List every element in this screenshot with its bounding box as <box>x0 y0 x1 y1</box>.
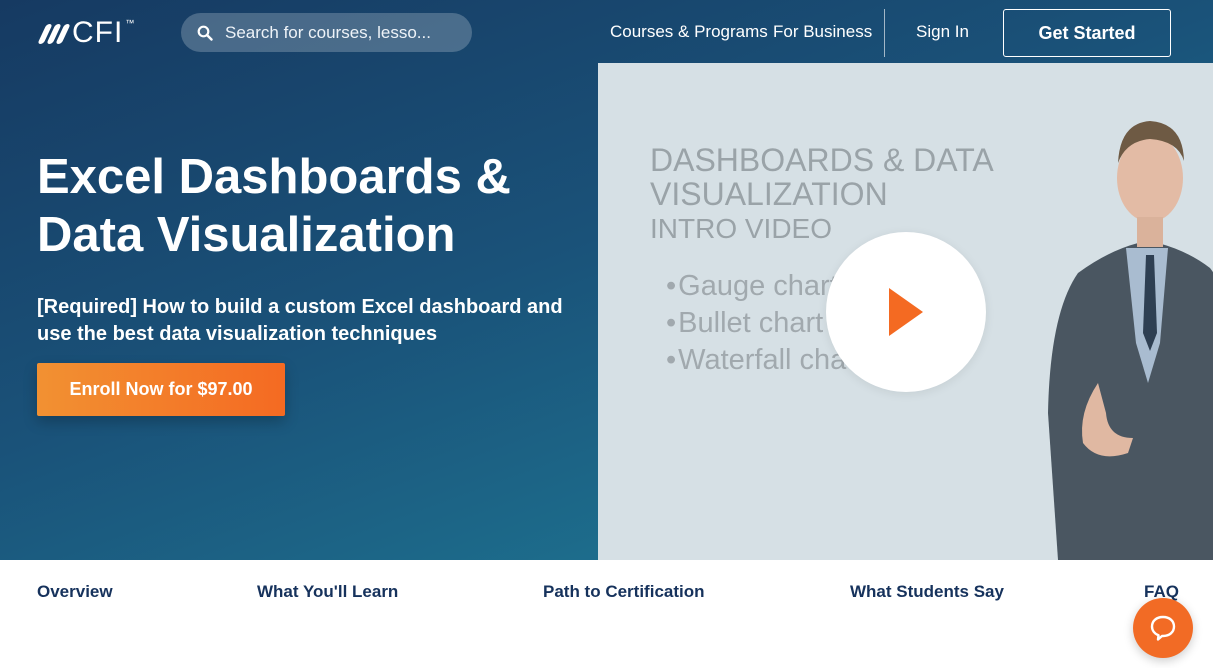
video-bullet: Waterfall cha <box>666 342 846 379</box>
nav-sign-in[interactable]: Sign In <box>916 22 969 42</box>
hero-section: CFI ™ Courses & Programs For Business Si… <box>0 0 1213 560</box>
search-input[interactable] <box>225 22 465 43</box>
logo-text: CFI <box>72 16 124 49</box>
search-icon <box>197 25 213 41</box>
play-icon <box>889 288 923 336</box>
chat-button[interactable] <box>1133 598 1193 658</box>
intro-video-player[interactable]: DASHBOARDS & DATA VISUALIZATION INTRO VI… <box>598 63 1213 560</box>
hero-subtitle: [Required] How to build a custom Excel d… <box>37 296 563 345</box>
video-subheading: INTRO VIDEO <box>650 213 833 244</box>
tab-path-to-certification[interactable]: Path to Certification <box>543 582 705 602</box>
video-heading-line-1: DASHBOARDS & DATA <box>650 142 994 178</box>
nav-for-business[interactable]: For Business <box>773 22 872 42</box>
cfi-logo[interactable]: CFI ™ <box>37 16 135 50</box>
nav-courses-programs[interactable]: Courses & Programs <box>610 22 768 42</box>
logo-trademark: ™ <box>125 18 135 28</box>
cfi-logo-mark-icon <box>37 24 71 44</box>
tab-what-students-say[interactable]: What Students Say <box>850 582 1004 602</box>
play-button[interactable] <box>826 232 986 392</box>
enroll-button[interactable]: Enroll Now for $97.00 <box>37 363 285 416</box>
nav-divider <box>884 9 885 57</box>
chat-icon <box>1150 615 1176 641</box>
video-heading: DASHBOARDS & DATA VISUALIZATION <box>650 143 994 211</box>
video-bullet: Bullet chart <box>666 305 846 342</box>
get-started-button[interactable]: Get Started <box>1003 9 1171 57</box>
page-title: Excel Dashboards & Data Visualization <box>37 150 511 262</box>
search-bar[interactable] <box>181 13 472 52</box>
video-bullet: Gauge chart <box>666 268 846 305</box>
tab-what-youll-learn[interactable]: What You'll Learn <box>257 582 398 602</box>
tab-overview[interactable]: Overview <box>37 582 113 602</box>
video-bullet-list: Gauge chart Bullet chart Waterfall cha <box>666 268 846 379</box>
video-heading-line-2: VISUALIZATION <box>650 176 888 212</box>
presenter-image <box>1048 121 1213 560</box>
